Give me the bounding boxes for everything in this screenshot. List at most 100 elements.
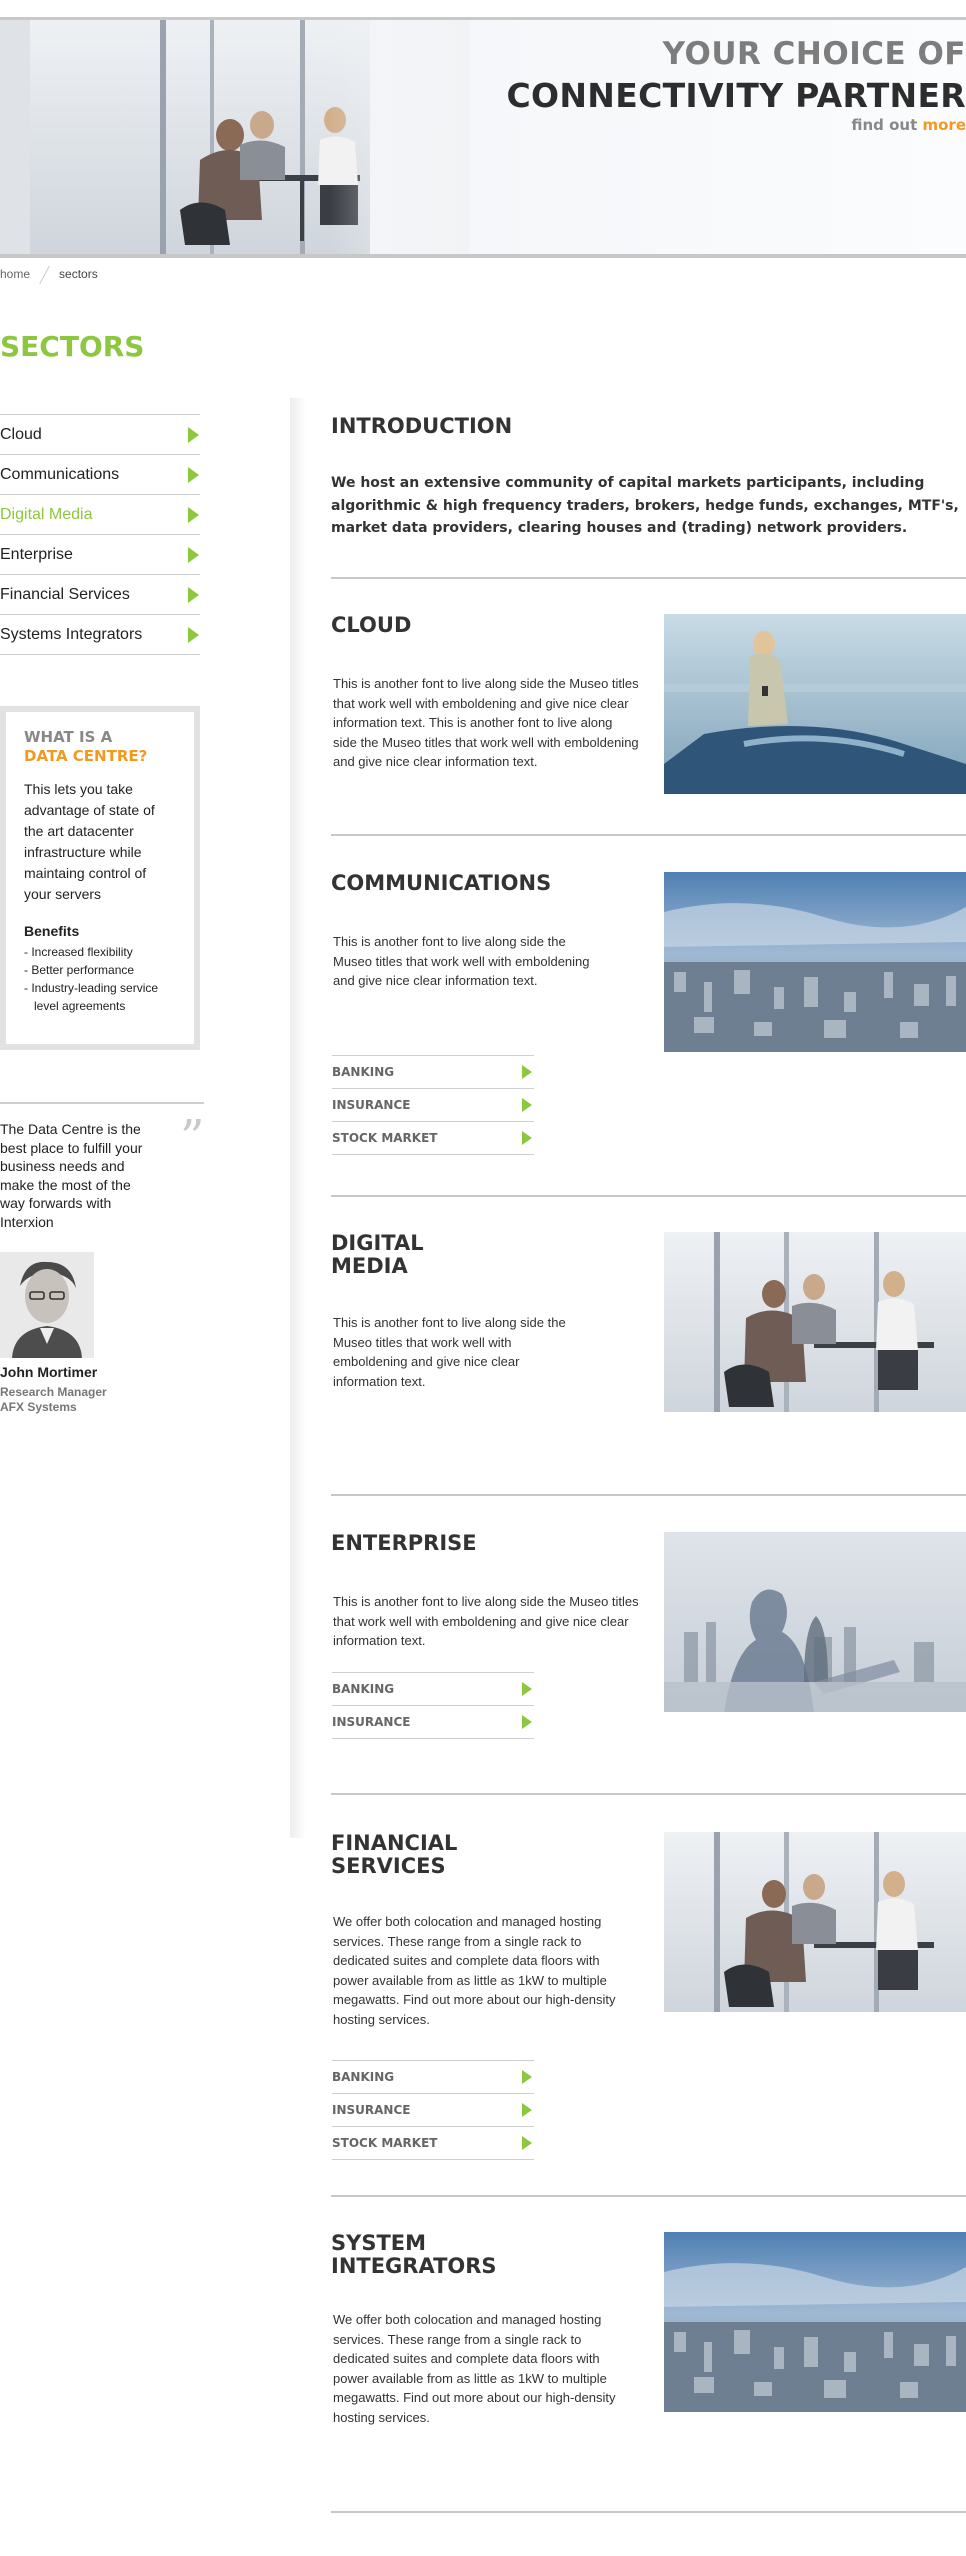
data-centre-info-box: WHAT IS A DATA CENTRE? This lets you tak… xyxy=(0,706,200,1050)
top-bar xyxy=(0,0,966,20)
hero-link-more: more xyxy=(922,116,966,134)
arrow-right-icon xyxy=(188,546,199,563)
section-title-line: MEDIA xyxy=(331,1254,408,1278)
sublink-label: STOCK MARKET xyxy=(332,2136,438,2150)
sublink-banking[interactable]: BANKING xyxy=(332,2061,534,2094)
arrow-right-icon xyxy=(522,1715,532,1729)
hero-meeting-photo xyxy=(0,20,370,254)
section-text-system-integrators: We offer both colocation and managed hos… xyxy=(333,2312,616,2425)
testimonial-role: Research Manager AFX Systems xyxy=(0,1385,107,1415)
hero-title-line1: YOUR CHOICE OF xyxy=(662,36,966,72)
arrow-right-icon xyxy=(188,506,199,523)
section-title-financial-services: FINANCIAL SERVICES xyxy=(331,1832,457,1878)
arrow-right-icon xyxy=(522,2136,532,2150)
benefits-heading: Benefits xyxy=(24,923,80,939)
section-text-cloud: This is another font to live along side … xyxy=(333,676,639,769)
arrow-right-icon xyxy=(522,1065,532,1079)
sublink-insurance[interactable]: INSURANCE xyxy=(332,1089,534,1122)
breadcrumb-separator xyxy=(39,266,50,284)
section-title-line: FINANCIAL xyxy=(331,1831,458,1855)
sidebar-item-enterprise[interactable]: Enterprise xyxy=(0,535,200,575)
sidebar-item-label: Digital Media xyxy=(0,505,93,523)
sublink-label: BANKING xyxy=(332,1682,395,1696)
section-title-line: COMMUNICATIONS xyxy=(331,871,552,895)
testimonial-role-title: Research Manager xyxy=(0,1385,107,1399)
digital-media-section-image xyxy=(664,1232,966,1412)
sidebar-item-digital-media[interactable]: Digital Media xyxy=(0,495,200,535)
system-integrators-section-image xyxy=(664,2232,966,2412)
arrow-right-icon xyxy=(522,2070,532,2084)
arrow-right-icon xyxy=(522,1682,532,1696)
intro-title: INTRODUCTION xyxy=(331,414,513,438)
section-title-line: CLOUD xyxy=(331,613,412,637)
sidebar-item-financial-services[interactable]: Financial Services xyxy=(0,575,200,615)
section-title-enterprise: ENTERPRISE xyxy=(331,1532,477,1555)
breadcrumb-home-link[interactable]: home xyxy=(0,267,30,281)
section-title-cloud: CLOUD xyxy=(331,614,411,637)
data-centre-heading-line2: DATA CENTRE? xyxy=(24,747,148,765)
sublink-banking[interactable]: BANKING xyxy=(332,1056,534,1089)
sublink-stock-market[interactable]: STOCK MARKET xyxy=(332,2127,534,2160)
communications-section-image xyxy=(664,872,966,1052)
section-title-line: SERVICES xyxy=(331,1854,446,1878)
benefit-item: - Better performance xyxy=(24,963,135,977)
section-text-digital-media: This is another font to live along side … xyxy=(333,1315,566,1389)
testimonial-divider xyxy=(0,1102,204,1104)
sidebar-item-label: Cloud xyxy=(0,425,42,443)
hero-find-out-more-link[interactable]: find out more xyxy=(851,116,966,134)
sublink-label: BANKING xyxy=(332,1065,395,1079)
section-title-system-integrators: SYSTEM INTEGRATORS xyxy=(331,2232,497,2278)
hero-title-line2: CONNECTIVITY PARTNER xyxy=(506,76,966,115)
section-divider xyxy=(331,2195,966,2197)
breadcrumb-current: sectors xyxy=(59,267,98,282)
hero-banner: YOUR CHOICE OF CONNECTIVITY PARTNER find… xyxy=(0,20,966,258)
section-divider xyxy=(331,1793,966,1795)
breadcrumb: home sectors xyxy=(0,266,98,284)
sidebar-item-label: Systems Integrators xyxy=(0,625,143,643)
section-divider xyxy=(331,834,966,836)
arrow-right-icon xyxy=(522,1098,532,1112)
hero-fade xyxy=(330,20,470,254)
sublink-stock-market[interactable]: STOCK MARKET xyxy=(332,1122,534,1155)
financial-services-sublinks: BANKING INSURANCE STOCK MARKET xyxy=(332,2060,534,2160)
cloud-section-image xyxy=(664,614,966,794)
arrow-right-icon xyxy=(522,2103,532,2117)
benefit-item: - Industry-leading service level agreeme… xyxy=(24,981,159,1013)
testimonial-name: John Mortimer xyxy=(0,1364,98,1380)
section-divider xyxy=(331,1195,966,1197)
quote-mark-icon: ” xyxy=(180,1110,205,1166)
section-title-line: SYSTEM xyxy=(331,2231,427,2255)
section-text-enterprise: This is another font to live along side … xyxy=(333,1594,639,1648)
sublink-insurance[interactable]: INSURANCE xyxy=(332,1706,534,1739)
section-title-digital-media: DIGITAL MEDIA xyxy=(331,1232,424,1278)
sublink-banking[interactable]: BANKING xyxy=(332,1673,534,1706)
sidebar-item-label: Financial Services xyxy=(0,585,130,603)
sidebar-item-communications[interactable]: Communications xyxy=(0,455,200,495)
enterprise-sublinks: BANKING INSURANCE xyxy=(332,1672,534,1739)
page-title: SECTORS xyxy=(0,330,145,363)
sidebar-item-label: Enterprise xyxy=(0,545,73,563)
section-title-line: INTEGRATORS xyxy=(331,2254,497,2278)
arrow-right-icon xyxy=(188,466,199,483)
section-divider xyxy=(331,1494,966,1496)
sublink-label: STOCK MARKET xyxy=(332,1131,438,1145)
sublink-label: INSURANCE xyxy=(332,1715,411,1729)
hero-link-text: find out xyxy=(851,116,918,134)
section-divider xyxy=(331,2511,966,2513)
avatar xyxy=(0,1252,94,1358)
section-title-line: ENTERPRISE xyxy=(331,1531,477,1555)
sidebar-item-cloud[interactable]: Cloud xyxy=(0,415,200,455)
sublink-insurance[interactable]: INSURANCE xyxy=(332,2094,534,2127)
sublink-label: INSURANCE xyxy=(332,2103,411,2117)
arrow-right-icon xyxy=(188,426,199,443)
testimonial-company: AFX Systems xyxy=(0,1400,77,1414)
testimonial-quote: The Data Centre is the best place to ful… xyxy=(0,1121,143,1230)
intro-text: We host an extensive community of capita… xyxy=(331,475,959,536)
content-column-shadow xyxy=(290,398,306,1838)
data-centre-text: This lets you take advantage of state of… xyxy=(24,781,155,902)
sidebar-item-systems-integrators[interactable]: Systems Integrators xyxy=(0,615,200,655)
section-text-communications: This is another font to live along side … xyxy=(333,934,590,988)
section-title-communications: COMMUNICATIONS xyxy=(331,872,551,895)
communications-sublinks: BANKING INSURANCE STOCK MARKET xyxy=(332,1055,534,1155)
sublink-label: INSURANCE xyxy=(332,1098,411,1112)
